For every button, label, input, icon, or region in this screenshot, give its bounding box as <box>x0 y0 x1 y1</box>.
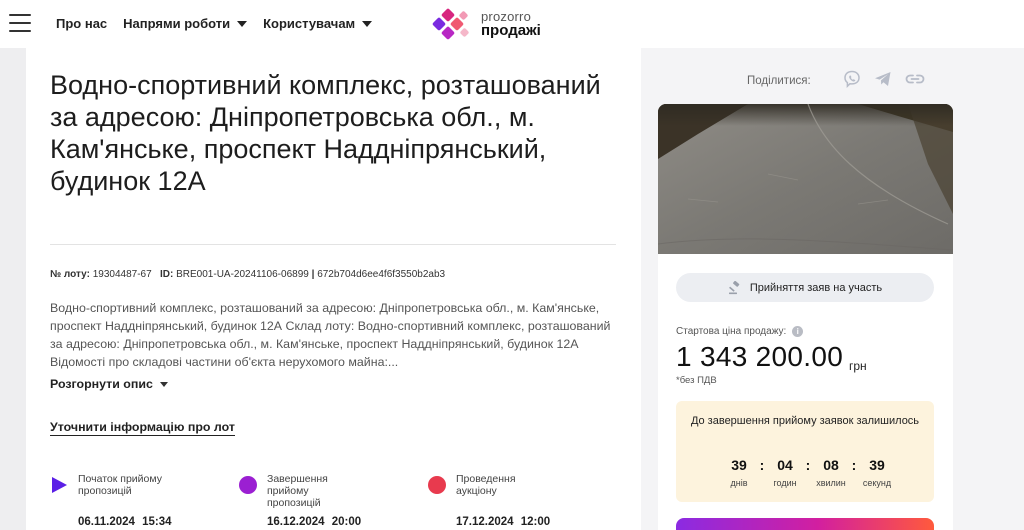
divider <box>50 244 616 245</box>
vat-note: *без ПДВ <box>676 375 717 386</box>
countdown-title: До завершення прийому заявок залишилось <box>690 415 920 427</box>
countdown-days-label: днів <box>730 478 748 488</box>
price-currency: грн <box>849 359 867 373</box>
timeline-date: 16.12.2024 <box>267 516 325 528</box>
participate-button[interactable] <box>676 518 934 530</box>
clarify-lot-info-link[interactable]: Уточнити інформацію про лот <box>50 420 235 436</box>
red-dot-icon <box>428 476 446 494</box>
countdown-separator: : <box>851 457 857 473</box>
prozorro-logo[interactable]: prozorro продажі <box>431 7 541 41</box>
nav-item-label: Про нас <box>56 16 108 31</box>
lot-summary-card: Прийняття заяв на участь Стартова ціна п… <box>658 104 953 530</box>
nav-item-label: Користувачам <box>263 16 356 31</box>
countdown-seconds: 39 <box>869 457 885 473</box>
viber-icon[interactable] <box>843 70 861 88</box>
lot-details-card: Водно-спортивний комплекс, розташований … <box>26 48 641 530</box>
countdown-separator: : <box>759 457 765 473</box>
info-icon[interactable]: i <box>792 326 804 337</box>
link-icon[interactable] <box>905 70 925 88</box>
lot-description: Водно-спортивний комплекс, розташований … <box>50 301 611 369</box>
timeline-step-label: Початок прийому пропозицій <box>78 473 162 497</box>
timeline-time: 15:34 <box>142 516 172 528</box>
countdown-seconds-label: секунд <box>862 478 892 488</box>
chevron-down-icon <box>159 381 168 387</box>
nav-item-label: Напрями роботи <box>123 16 231 31</box>
timeline-step-datetime: 17.12.2024 12:00 <box>456 516 550 528</box>
lot-id: BRE001-UA-20241106-06899 <box>176 269 309 280</box>
timeline-date: 06.11.2024 <box>78 516 135 528</box>
countdown-minutes-label: хвилин <box>816 478 846 488</box>
logo-mark-icon <box>431 7 475 41</box>
lot-title: Водно-спортивний комплекс, розташований … <box>50 70 601 196</box>
start-price-label: Стартова ціна продажу: i <box>676 326 804 337</box>
lot-id-label: ID: <box>160 269 174 280</box>
countdown-days: 39 <box>731 457 747 473</box>
timeline-step-label: Завершення прийому пропозицій <box>267 473 328 509</box>
timeline-date: 17.12.2024 <box>456 516 514 528</box>
accept-applications-label: Прийняття заяв на участь <box>749 281 883 294</box>
chevron-down-icon <box>362 20 373 27</box>
countdown-hours: 04 <box>777 457 793 473</box>
top-header: Про нас Напрями роботи Користувачам proz… <box>0 0 1024 48</box>
logo-text-prodazhi: продажі <box>481 22 541 39</box>
timeline-time: 20:00 <box>331 516 362 528</box>
id-separator: | <box>311 269 315 280</box>
expand-description-button[interactable]: Розгорнути опис <box>50 377 168 391</box>
nav-item-about[interactable]: Про нас <box>56 16 107 31</box>
purple-dot-icon <box>239 476 257 494</box>
nav-item-users[interactable]: Користувачам <box>263 16 373 31</box>
nav-item-directions[interactable]: Напрями роботи <box>123 16 248 31</box>
telegram-icon[interactable] <box>874 70 892 88</box>
timeline-step-datetime: 16.12.2024 20:00 <box>267 516 361 528</box>
accept-applications-button[interactable]: Прийняття заяв на участь <box>676 273 934 302</box>
start-price: 1 343 200.00 <box>676 341 844 372</box>
play-icon <box>52 477 67 493</box>
lot-photo[interactable] <box>658 104 953 254</box>
countdown-separator: : <box>805 457 811 473</box>
start-price-label-text: Стартова ціна продажу: <box>676 326 787 337</box>
lot-identifiers: № лоту: 19304487-67 ID: BRE001-UA-202411… <box>50 269 445 280</box>
timeline-step-label: Проведення аукціону <box>456 473 516 497</box>
timeline-time: 12:00 <box>520 516 551 528</box>
lot-number: 19304487-67 <box>92 269 152 280</box>
countdown-values: 39 днів : 04 годин : 08 хвилин : 39 секу… <box>724 457 892 488</box>
chevron-down-icon <box>237 20 248 27</box>
gavel-icon <box>728 280 740 294</box>
lot-number-label: № лоту: <box>50 269 90 280</box>
expand-label: Розгорнути опис <box>50 377 153 391</box>
countdown-hours-label: годин <box>773 478 797 488</box>
share-icons <box>843 70 925 88</box>
timeline-step-datetime: 06.11.2024 15:34 <box>78 516 172 528</box>
share-label: Поділитися: <box>747 75 811 87</box>
main-nav: Про нас Напрями роботи Користувачам <box>56 16 373 31</box>
countdown-minutes: 08 <box>823 457 839 473</box>
countdown-panel: До завершення прийому заявок залишилось … <box>676 401 934 502</box>
lot-hash: 672b704d6ee4f6f3550b2ab3 <box>317 269 446 280</box>
hamburger-menu-icon[interactable] <box>9 14 31 32</box>
